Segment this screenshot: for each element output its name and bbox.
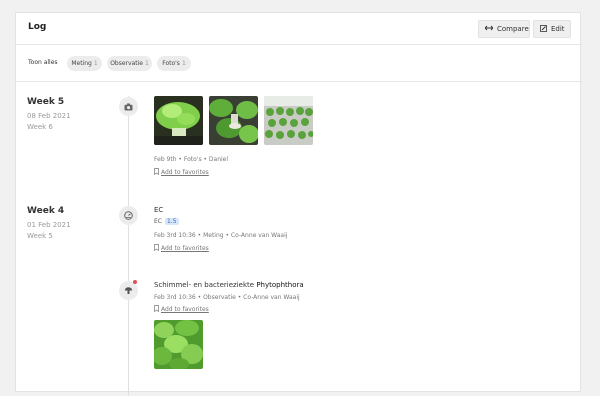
camera-icon [119,97,138,116]
filter-chip-observatie[interactable]: Observatie 1 [107,56,152,71]
week-date: 08 Feb 2021 [27,112,71,120]
compare-label: Compare [497,25,529,33]
chip-label: Foto's [162,60,180,67]
photo-thumbnail[interactable] [154,320,203,369]
filter-bar: Toon alles Meting 1 Observatie 1 Foto's … [16,45,582,82]
log-header: Log Compare Edit [16,13,580,45]
gauge-icon [119,206,138,225]
filter-chip-meting[interactable]: Meting 1 [67,56,102,71]
week-subtitle: Week 5 [27,232,53,240]
unread-dot [133,280,137,284]
entry-title: EC [154,206,164,214]
timeline-line [128,96,129,396]
photo-thumbnail[interactable] [209,96,258,145]
arrows-icon [484,25,494,33]
week-date: 01 Feb 2021 [27,221,71,229]
entry-meta: Feb 3rd 10:36 • Meting • Co-Anne van Waa… [154,232,288,239]
add-to-favorites-link[interactable]: Add to favorites [154,305,209,314]
photo-thumbnail[interactable] [264,96,313,145]
chip-count: 1 [181,60,186,67]
measurement-label: EC [154,218,162,225]
favorites-label: Add to favorites [161,169,209,176]
entry-meta: Feb 9th • Foto's • Daniel [154,156,229,163]
bookmark-icon [154,168,159,177]
observation-category: Schimmel- en bacterieziekte [154,281,255,289]
favorites-label: Add to favorites [161,245,209,252]
edit-label: Edit [551,25,565,33]
chip-label: Observatie [110,60,143,67]
photo-thumbnail[interactable] [154,96,203,145]
compare-button[interactable]: Compare [478,20,530,38]
filter-all[interactable]: Toon alles [28,59,58,66]
chip-label: Meting [71,60,92,67]
entry-meta: Feb 3rd 10:36 • Observatie • Co-Anne van… [154,294,300,301]
entry-title: Schimmel- en bacterieziekte Phytophthora [154,281,304,289]
measurement-badge: 1.5 [164,218,179,225]
week-title: Week 5 [27,97,65,107]
chip-count: 1 [93,60,98,67]
bookmark-icon [154,244,159,253]
measurement-value: EC 1.5 [154,218,179,225]
filter-chip-fotos[interactable]: Foto's 1 [157,56,191,71]
edit-button[interactable]: Edit [533,20,571,38]
add-to-favorites-link[interactable]: Add to favorites [154,244,209,253]
bookmark-icon [154,305,159,314]
week-subtitle: Week 6 [27,123,53,131]
page-title: Log [28,22,47,32]
add-to-favorites-link[interactable]: Add to favorites [154,168,209,177]
favorites-label: Add to favorites [161,306,209,313]
week-title: Week 4 [27,206,65,216]
observation-name: Phytophthora [256,281,304,289]
log-card: Log Compare Edit Toon alles Meting 1 Obs… [15,12,582,396]
chip-count: 1 [144,60,149,67]
edit-icon [540,24,547,34]
